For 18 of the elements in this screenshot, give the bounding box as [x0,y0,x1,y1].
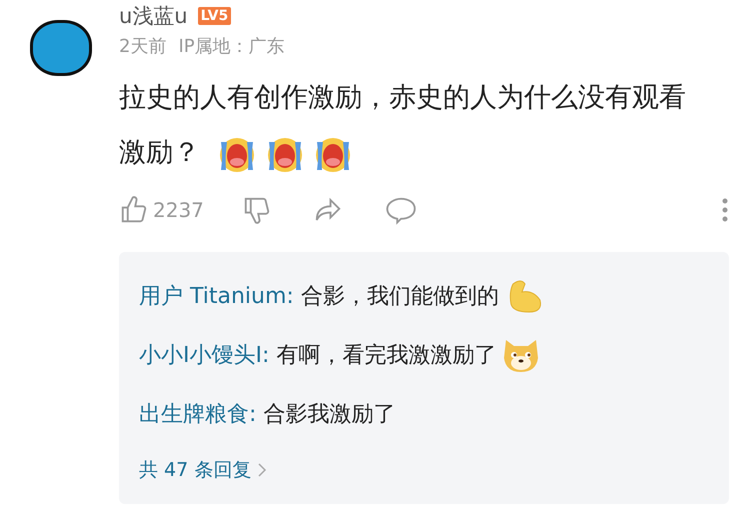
reply-username[interactable]: 出生牌粮食: [139,398,256,428]
chevron-right-icon [257,462,268,478]
reply-username[interactable]: 小小I小馒头I: [139,340,270,370]
level-badge: LV5 [198,7,232,25]
reply-text: 合影我激励了 [262,400,396,428]
avatar[interactable] [30,20,92,76]
reply-username[interactable]: 用户 Titanium: [139,280,294,310]
thumbs-up-icon[interactable] [119,195,149,225]
comment-text: 拉史的人有创作激励，赤史的人为什么没有观看激励？ [119,70,704,180]
like-count: 2237 [153,198,204,222]
reply-text: 有啊，看完我激激励了 [275,342,496,370]
reply-text: 合影，我们能做到的 [300,282,499,310]
comment-icon[interactable] [384,195,418,225]
more-options-icon[interactable] [721,197,729,223]
comment-time: 2天前 [119,35,166,58]
more-replies-link[interactable]: 共 47 条回复 [139,457,709,483]
username[interactable]: u浅蓝u [119,2,188,30]
ip-location: IP属地：广东 [178,35,285,58]
